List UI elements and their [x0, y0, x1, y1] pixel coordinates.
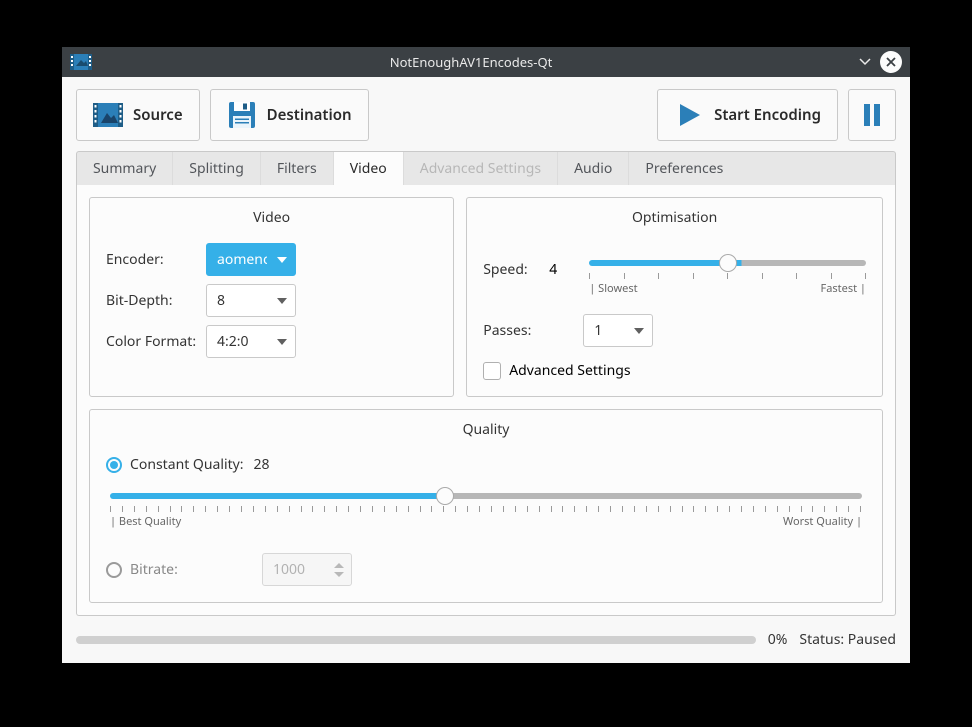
- toolbar: Source Destination Start Encoding: [76, 89, 896, 141]
- save-icon: [227, 100, 257, 130]
- optimisation-group: Optimisation Speed: 4 | Slowest Fastest …: [466, 197, 883, 397]
- start-encoding-button[interactable]: Start Encoding: [657, 89, 838, 141]
- constant-quality-radio[interactable]: [106, 457, 122, 473]
- destination-label: Destination: [267, 105, 352, 125]
- tab-panel-video: Video Encoder: aomenc Bit-Depth: 8 Color…: [76, 185, 896, 616]
- destination-button[interactable]: Destination: [210, 89, 369, 141]
- tab-advanced-settings: Advanced Settings: [404, 152, 558, 185]
- tab-summary[interactable]: Summary: [77, 152, 173, 185]
- pause-icon: [857, 100, 887, 130]
- minimize-button[interactable]: [854, 51, 876, 73]
- status-row: 0% Status: Paused: [76, 630, 896, 649]
- tab-video[interactable]: Video: [334, 152, 404, 185]
- progress-percent: 0%: [768, 630, 788, 649]
- play-icon: [674, 100, 704, 130]
- tab-audio[interactable]: Audio: [558, 152, 629, 185]
- bitdepth-label: Bit-Depth:: [106, 291, 206, 310]
- advanced-settings-label: Advanced Settings: [509, 361, 630, 380]
- start-label: Start Encoding: [714, 105, 821, 125]
- speed-value: 4: [549, 260, 589, 279]
- speed-label: Speed:: [483, 260, 543, 279]
- window-title: NotEnoughAV1Encodes-Qt: [92, 53, 850, 71]
- quality-group-title: Quality: [106, 420, 866, 439]
- film-icon: [93, 100, 123, 130]
- app-window: NotEnoughAV1Encodes-Qt Source Destinatio…: [62, 47, 910, 663]
- bitdepth-select[interactable]: 8: [206, 284, 296, 317]
- tab-bar: Summary Splitting Filters Video Advanced…: [76, 151, 896, 185]
- speed-slider[interactable]: [589, 260, 866, 266]
- video-group-title: Video: [106, 208, 437, 227]
- titlebar[interactable]: NotEnoughAV1Encodes-Qt: [62, 47, 910, 77]
- tab-splitting[interactable]: Splitting: [173, 152, 261, 185]
- close-button[interactable]: [880, 51, 902, 73]
- advanced-settings-checkbox[interactable]: [483, 362, 501, 380]
- passes-select[interactable]: 1: [583, 314, 653, 347]
- source-button[interactable]: Source: [76, 89, 200, 141]
- encoder-label: Encoder:: [106, 250, 206, 269]
- colorformat-label: Color Format:: [106, 332, 206, 351]
- encoder-select[interactable]: aomenc: [206, 243, 296, 276]
- quality-slider[interactable]: [110, 493, 862, 499]
- quality-scale-left: | Best Quality: [110, 514, 181, 529]
- colorformat-select[interactable]: 4:2:0: [206, 325, 296, 358]
- bitrate-label: Bitrate:: [130, 560, 178, 579]
- progress-bar: [76, 636, 756, 644]
- quality-group: Quality Constant Quality: 28 | Best Qual…: [89, 409, 883, 603]
- optimisation-group-title: Optimisation: [483, 208, 866, 227]
- app-icon: [70, 54, 92, 70]
- pause-button[interactable]: [848, 89, 896, 141]
- quality-scale-right: Worst Quality |: [783, 514, 862, 529]
- source-label: Source: [133, 105, 183, 125]
- tab-filters[interactable]: Filters: [261, 152, 334, 185]
- speed-scale-left: | Slowest: [589, 281, 637, 296]
- passes-label: Passes:: [483, 321, 543, 340]
- speed-scale-right: Fastest |: [821, 281, 867, 296]
- bitrate-spinbox[interactable]: [262, 553, 352, 586]
- bitrate-radio[interactable]: [106, 562, 122, 578]
- tab-preferences[interactable]: Preferences: [629, 152, 739, 185]
- constant-quality-value: 28: [254, 455, 270, 474]
- status-text: Status: Paused: [799, 630, 896, 649]
- window-body: Source Destination Start Encoding: [62, 77, 910, 663]
- video-group: Video Encoder: aomenc Bit-Depth: 8 Color…: [89, 197, 454, 397]
- constant-quality-label: Constant Quality:: [130, 455, 244, 474]
